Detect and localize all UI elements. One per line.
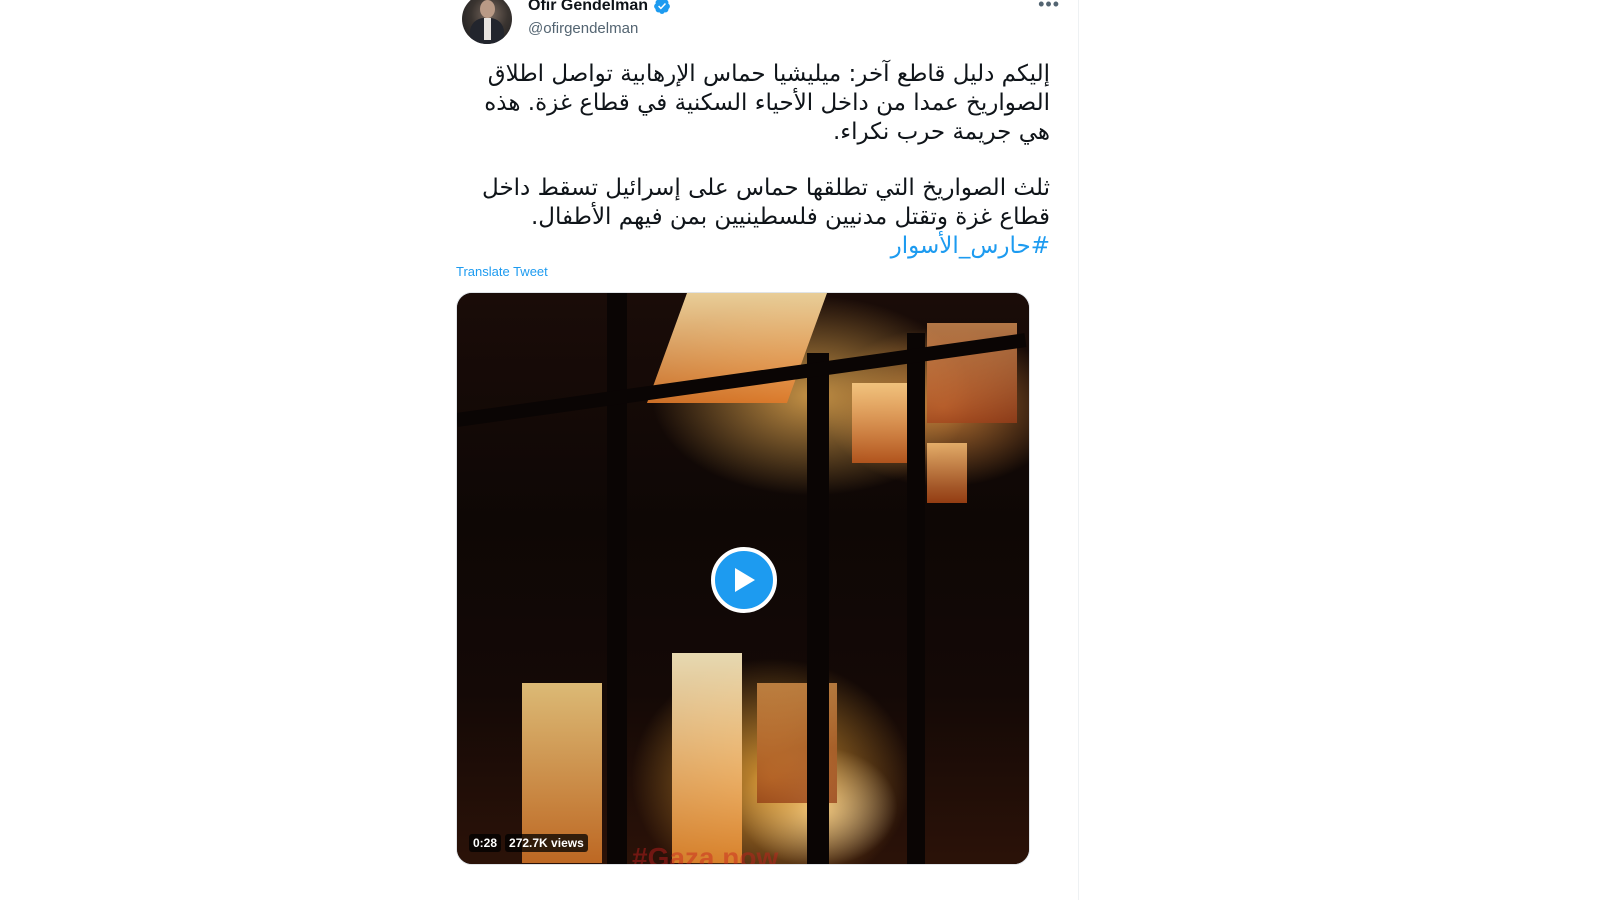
page: Ofir Gendelman @ofirgendelman ••• إليكم … bbox=[0, 0, 1600, 900]
video-views: 272.7K views bbox=[505, 834, 588, 852]
verified-badge-icon bbox=[654, 0, 670, 14]
avatar[interactable] bbox=[462, 0, 512, 44]
avatar-head bbox=[480, 0, 495, 18]
video-watermark: #Gaza now bbox=[632, 842, 779, 865]
author-handle[interactable]: @ofirgendelman bbox=[528, 20, 638, 37]
tweet-card: Ofir Gendelman @ofirgendelman ••• إليكم … bbox=[448, 0, 1079, 900]
author-name[interactable]: Ofir Gendelman bbox=[528, 0, 648, 15]
more-horizontal-icon[interactable]: ••• bbox=[1038, 0, 1060, 15]
play-button[interactable] bbox=[711, 547, 777, 613]
video-player[interactable]: #Gaza now 0:28 272.7K views bbox=[456, 292, 1030, 865]
author-name-row[interactable]: Ofir Gendelman bbox=[528, 0, 671, 15]
translate-tweet-link[interactable]: Translate Tweet bbox=[456, 264, 548, 279]
tweet-paragraph-1: إليكم دليل قاطع آخر: ميليشيا حماس الإرها… bbox=[484, 61, 1050, 145]
tweet-paragraph-2: ثلث الصواريخ التي تطلقها حماس على إسرائي… bbox=[482, 175, 1050, 230]
play-icon bbox=[735, 568, 755, 592]
avatar-shirt bbox=[484, 18, 491, 40]
video-duration: 0:28 bbox=[469, 834, 502, 852]
tweet-text: إليكم دليل قاطع آخر: ميليشيا حماس الإرها… bbox=[460, 60, 1050, 261]
hashtag-link[interactable]: #حارس_الأسوار bbox=[460, 232, 1050, 261]
video-badges: 0:28 272.7K views bbox=[469, 834, 588, 852]
